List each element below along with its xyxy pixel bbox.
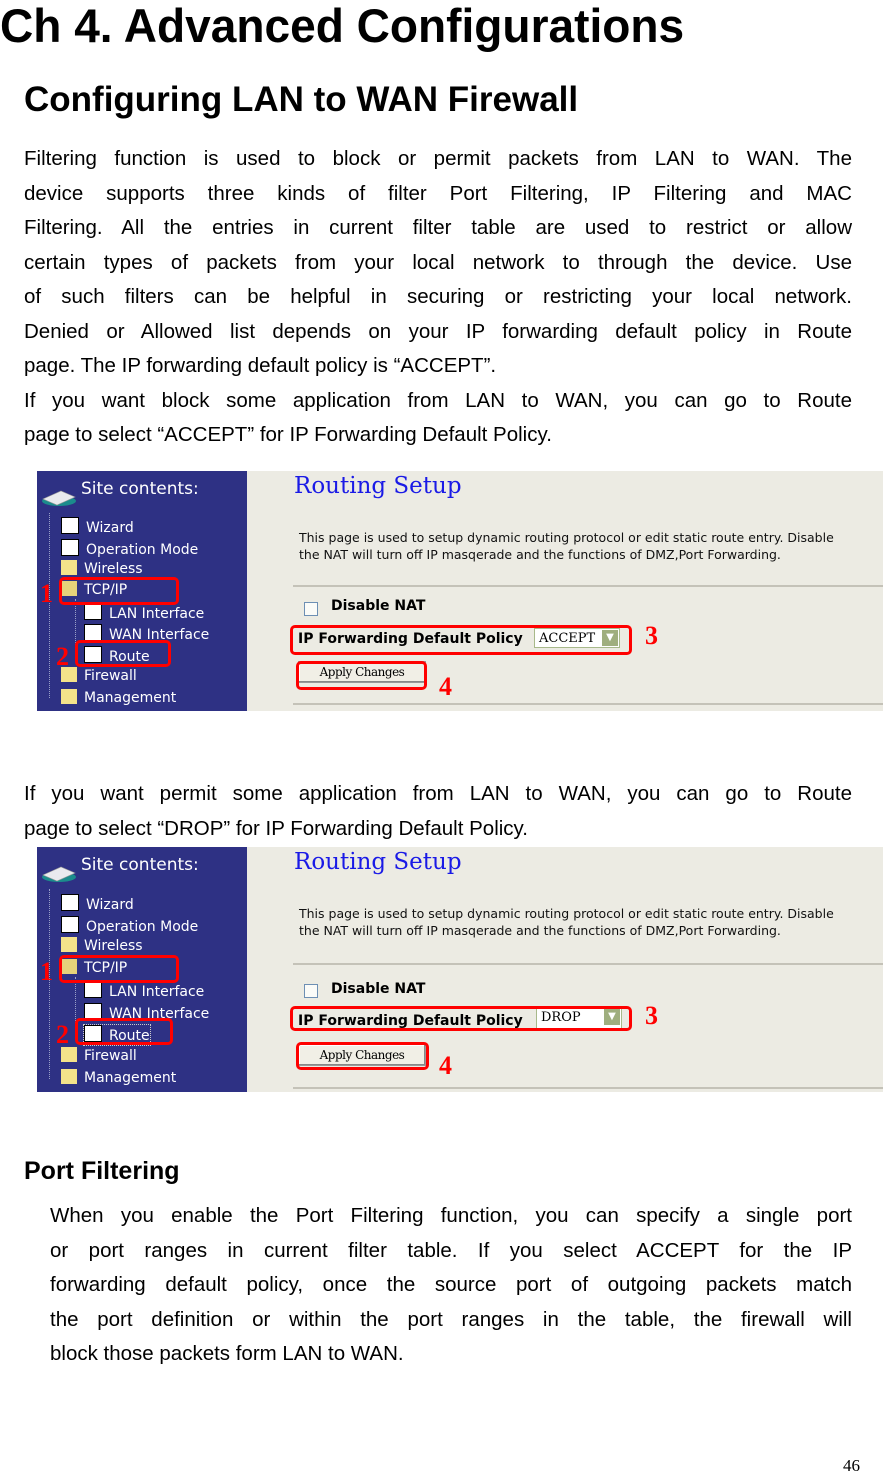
intro-line: If you want block some application from … [24, 388, 852, 412]
sidebar-item-management[interactable]: Management [61, 689, 176, 707]
annotation-marker-4: 4 [439, 1051, 452, 1080]
sidebar-item-label: Wizard [86, 897, 134, 913]
port-filtering-line: block those packets form LAN to WAN. [50, 1342, 404, 1365]
sidebar-item-wizard[interactable]: Wizard [61, 894, 134, 914]
port-filtering-title: Port Filtering [24, 1157, 180, 1185]
permit-line: page to select “DROP” for IP Forwarding … [24, 816, 528, 840]
intro-line: Filtering. All the entries in current fi… [24, 216, 852, 239]
routing-description: This page is used to setup dynamic routi… [299, 905, 834, 939]
description-line: the NAT will turn off IP masqerade and t… [299, 923, 781, 938]
page-icon [61, 517, 79, 534]
disable-nat-label: Disable NAT [331, 598, 426, 614]
sidebar-item-wireless[interactable]: Wireless [61, 560, 143, 578]
intro-line: certain types of packets from your local… [24, 250, 852, 274]
routing-screenshot-accept: Site contents: Wizard Operation Mode Wir… [37, 471, 883, 711]
sidebar-item-lan-interface[interactable]: LAN Interface [84, 981, 204, 1001]
disable-nat-checkbox[interactable] [304, 984, 318, 998]
sidebar-item-operation-mode[interactable]: Operation Mode [61, 916, 198, 936]
annotation-box-2 [75, 1018, 173, 1045]
folder-icon [61, 1047, 77, 1062]
sidebar-item-firewall[interactable]: Firewall [61, 667, 137, 685]
routing-setup-title: Routing Setup [294, 849, 462, 875]
annotation-box-1 [59, 577, 179, 605]
sidebar-item-label: Wizard [86, 520, 134, 536]
sidebar-item-wizard[interactable]: Wizard [61, 517, 134, 537]
description-line: This page is used to setup dynamic routi… [299, 530, 834, 545]
intro-paragraph: Filtering function is used to block or p… [24, 142, 852, 453]
sidebar-item-label: Wireless [84, 561, 143, 577]
sidebar-title: Site contents: [81, 855, 199, 875]
disable-nat-checkbox[interactable] [304, 602, 318, 616]
port-filtering-line: When you enable the Port Filtering funct… [50, 1204, 852, 1227]
annotation-marker-2: 2 [56, 1020, 69, 1049]
annotation-box-3 [290, 1006, 632, 1031]
sidebar-title: Site contents: [81, 479, 199, 499]
sidebar-item-label: LAN Interface [109, 984, 205, 1000]
page-icon [84, 981, 102, 998]
folder-icon [61, 689, 77, 704]
routing-screenshot-drop: Site contents: Wizard Operation Mode Wir… [37, 847, 883, 1092]
divider [293, 963, 883, 965]
sidebar-item-label: Operation Mode [86, 919, 199, 935]
annotation-box-3 [290, 625, 632, 655]
sidebar-item-label: LAN Interface [109, 606, 205, 622]
intro-line: device supports three kinds of filter Po… [24, 181, 852, 205]
annotation-box-4 [296, 1042, 429, 1070]
routing-setup-title: Routing Setup [294, 473, 462, 499]
intro-line: Denied or Allowed list depends on your I… [24, 319, 852, 343]
sidebar-item-operation-mode[interactable]: Operation Mode [61, 539, 198, 559]
annotation-marker-4: 4 [439, 672, 452, 701]
page-icon [61, 894, 79, 911]
annotation-box-2 [75, 640, 171, 667]
annotation-marker-3: 3 [645, 621, 658, 650]
description-line: This page is used to setup dynamic routi… [299, 906, 834, 921]
sidebar-item-label: Management [84, 1070, 177, 1086]
page-icon [84, 624, 102, 641]
section-title: Configuring LAN to WAN Firewall [24, 80, 579, 119]
sidebar-item-label: Firewall [84, 1048, 137, 1064]
annotation-marker-3: 3 [645, 1001, 658, 1030]
description-line: the NAT will turn off IP masqerade and t… [299, 547, 781, 562]
folder-icon [61, 1069, 77, 1084]
port-filtering-paragraph: When you enable the Port Filtering funct… [50, 1199, 852, 1372]
drive-icon [42, 490, 76, 506]
port-filtering-line: the port definition or within the port r… [50, 1307, 852, 1331]
page-icon [61, 916, 79, 933]
sidebar-item-management[interactable]: Management [61, 1069, 176, 1087]
sidebar-item-wireless[interactable]: Wireless [61, 937, 143, 955]
sidebar-item-label: Firewall [84, 668, 137, 684]
divider [293, 703, 883, 705]
chapter-title: Ch 4. Advanced Configurations [0, 0, 685, 52]
permit-paragraph: If you want permit some application from… [24, 777, 852, 846]
port-filtering-line: or port ranges in current filter table. … [50, 1238, 852, 1262]
disable-nat-label: Disable NAT [331, 981, 426, 997]
routing-description: This page is used to setup dynamic routi… [299, 529, 834, 563]
folder-icon [61, 937, 77, 952]
annotation-marker-1: 1 [40, 957, 53, 986]
sidebar-item-label: Management [84, 690, 177, 706]
port-filtering-line: forwarding default policy, once the sour… [50, 1273, 852, 1296]
page-number: 46 [843, 1456, 860, 1475]
intro-line: Filtering function is used to block or p… [24, 147, 852, 170]
annotation-box-4 [296, 661, 427, 690]
intro-line: page. The IP forwarding default policy i… [24, 354, 497, 377]
sidebar-item-lan-interface[interactable]: LAN Interface [84, 603, 204, 623]
intro-line: of such filters can be helpful in securi… [24, 285, 852, 308]
drive-icon [42, 866, 76, 882]
folder-icon [61, 560, 77, 575]
sidebar-item-label: Operation Mode [86, 542, 199, 558]
annotation-marker-1: 1 [40, 579, 53, 608]
divider [293, 1087, 883, 1089]
sidebar-item-firewall[interactable]: Firewall [61, 1047, 137, 1065]
intro-line: page to select “ACCEPT” for IP Forwardin… [24, 423, 552, 446]
annotation-box-1 [59, 955, 179, 983]
annotation-marker-2: 2 [56, 642, 69, 671]
page-icon [61, 539, 79, 556]
divider [293, 585, 883, 587]
permit-line: If you want permit some application from… [24, 782, 852, 805]
sidebar-item-label: Wireless [84, 938, 143, 954]
page-icon [84, 603, 102, 620]
